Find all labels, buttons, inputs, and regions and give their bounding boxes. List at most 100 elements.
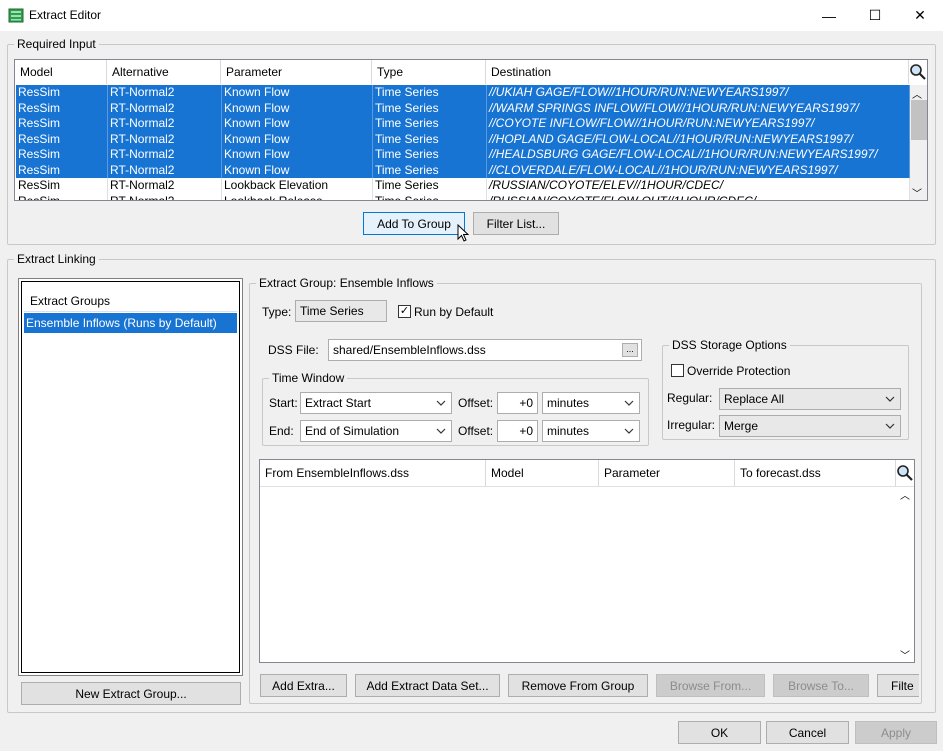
column-header-to[interactable]: To forecast.dss bbox=[735, 460, 896, 486]
table-row[interactable]: ResSim RT-Normal2 Lookback Elevation Time S… bbox=[16, 178, 910, 194]
cell-destination: /RUSSIAN/COYOTE/FLOW-OUT//1HOUR/CDEC/ bbox=[487, 193, 910, 200]
cell-parameter: Lookback Elevation bbox=[222, 178, 373, 194]
column-header-parameter[interactable]: Parameter bbox=[221, 60, 372, 84]
start-label: Start: bbox=[269, 396, 298, 410]
scroll-up-icon[interactable]: ︿ bbox=[912, 86, 922, 101]
dss-file-input[interactable]: shared/EnsembleInflows.dss ... bbox=[328, 339, 642, 361]
window-title: Extract Editor bbox=[29, 8, 102, 22]
cell-destination: //HOPLAND GAGE/FLOW-LOCAL//1HOUR/RUN:NEW… bbox=[487, 131, 910, 147]
cell-model: ResSim bbox=[16, 131, 108, 147]
table-row[interactable]: ResSim RT-Normal2 Lookback Release Time Ser… bbox=[16, 193, 910, 200]
column-header-destination[interactable]: Destination bbox=[486, 60, 909, 84]
cell-type: Time Series bbox=[373, 178, 487, 194]
add-extract-data-set-button[interactable]: Add Extract Data Set... bbox=[355, 674, 500, 697]
regular-select[interactable]: Replace All bbox=[719, 388, 901, 410]
mapping-search-button[interactable] bbox=[896, 460, 914, 486]
end-offset-input[interactable]: +0 bbox=[497, 420, 538, 442]
table-row[interactable]: ResSim RT-Normal2 Known Flow Time Series//H… bbox=[16, 131, 910, 147]
time-window-legend: Time Window bbox=[272, 371, 345, 385]
ok-button[interactable]: OK bbox=[678, 721, 761, 744]
end-select[interactable]: End of Simulation bbox=[300, 420, 452, 442]
cell-destination: //WARM SPRINGS INFLOW/FLOW//1HOUR/RUN:NE… bbox=[487, 100, 910, 116]
new-extract-group-button[interactable]: New Extract Group... bbox=[21, 682, 241, 705]
cell-model: ResSim bbox=[16, 85, 108, 101]
table-row[interactable]: ResSim RT-Normal2 Known Flow Time Series//W… bbox=[16, 100, 910, 116]
end-value: End of Simulation bbox=[305, 424, 400, 438]
override-protection-label: Override Protection bbox=[687, 364, 791, 378]
start-offset-input[interactable]: +0 bbox=[497, 392, 538, 414]
chevron-down-icon bbox=[435, 421, 447, 441]
extract-linking-legend: Extract Linking bbox=[17, 252, 96, 266]
run-by-default-checkbox[interactable]: ✓ bbox=[398, 305, 411, 318]
irregular-select[interactable]: Merge bbox=[719, 415, 901, 437]
start-units-select[interactable]: minutes bbox=[542, 392, 640, 414]
chevron-down-icon bbox=[623, 393, 635, 413]
close-button[interactable]: ✕ bbox=[897, 0, 943, 31]
column-header-from[interactable]: From EnsembleInflows.dss bbox=[260, 460, 486, 486]
cell-model: ResSim bbox=[16, 193, 108, 200]
browse-to-button[interactable]: Browse To... bbox=[773, 674, 869, 697]
column-header-type[interactable]: Type bbox=[372, 60, 486, 84]
required-input-scrollbar[interactable]: ︿ ﹀ bbox=[910, 85, 927, 200]
minimize-icon: — bbox=[822, 7, 836, 24]
extract-group-legend: Extract Group: Ensemble Inflows bbox=[259, 276, 434, 290]
type-label: Type: bbox=[262, 305, 292, 319]
mapping-scrollbar[interactable]: ︿ ﹀ bbox=[897, 487, 914, 662]
column-header-model[interactable]: Model bbox=[15, 60, 107, 84]
filter-list-button[interactable]: Filter List... bbox=[473, 212, 559, 235]
cell-alternative: RT-Normal2 bbox=[108, 100, 222, 116]
close-icon: ✕ bbox=[914, 7, 926, 23]
add-extra-button[interactable]: Add Extra... bbox=[260, 674, 347, 697]
checkmark-icon: ✓ bbox=[399, 305, 410, 317]
chevron-down-icon bbox=[435, 393, 447, 413]
override-protection-checkbox[interactable] bbox=[671, 364, 684, 377]
column-header-parameter[interactable]: Parameter bbox=[599, 460, 735, 486]
table-row[interactable]: ResSim RT-Normal2 Known Flow Time Series//U… bbox=[16, 85, 910, 101]
end-units-select[interactable]: minutes bbox=[542, 420, 640, 442]
regular-value: Replace All bbox=[724, 392, 785, 406]
cell-type: Time Series bbox=[373, 193, 487, 200]
column-header-model[interactable]: Model bbox=[486, 460, 599, 486]
app-icon bbox=[8, 8, 24, 23]
cell-parameter: Known Flow bbox=[222, 85, 373, 101]
dss-file-value: shared/EnsembleInflows.dss bbox=[333, 343, 486, 357]
scroll-thumb[interactable] bbox=[911, 100, 927, 140]
scroll-down-icon[interactable]: ﹀ bbox=[912, 185, 922, 200]
filter-button[interactable]: Filte bbox=[877, 674, 919, 697]
cell-alternative: RT-Normal2 bbox=[108, 178, 222, 194]
chevron-down-icon bbox=[623, 421, 635, 441]
table-row[interactable]: ResSim RT-Normal2 Known Flow Time Series//C… bbox=[16, 162, 910, 178]
browse-dss-button[interactable]: ... bbox=[622, 343, 638, 357]
cell-alternative: RT-Normal2 bbox=[108, 193, 222, 200]
browse-from-button[interactable]: Browse From... bbox=[656, 674, 765, 697]
table-search-button[interactable] bbox=[909, 60, 927, 84]
cell-destination: /RUSSIAN/COYOTE/ELEV//1HOUR/CDEC/ bbox=[487, 178, 910, 194]
cell-alternative: RT-Normal2 bbox=[108, 85, 222, 101]
cell-parameter: Known Flow bbox=[222, 162, 373, 178]
search-icon bbox=[897, 465, 913, 481]
maximize-icon: ☐ bbox=[868, 7, 882, 23]
table-row[interactable]: ResSim RT-Normal2 Known Flow Time Series//H… bbox=[16, 147, 910, 163]
cancel-button[interactable]: Cancel bbox=[766, 721, 849, 744]
scroll-up-icon[interactable]: ︿ bbox=[900, 487, 910, 502]
table-row[interactable]: ResSim RT-Normal2 Known Flow Time Series//C… bbox=[16, 116, 910, 132]
required-input-rows: ResSim RT-Normal2 Known Flow Time Series//U… bbox=[15, 85, 910, 200]
maximize-button[interactable]: ☐ bbox=[852, 0, 898, 31]
apply-button[interactable]: Apply bbox=[855, 721, 937, 744]
cell-parameter: Known Flow bbox=[222, 116, 373, 132]
extract-group-item[interactable]: Ensemble Inflows (Runs by Default) bbox=[24, 313, 237, 333]
scroll-down-icon[interactable]: ﹀ bbox=[900, 647, 910, 662]
cell-model: ResSim bbox=[16, 162, 108, 178]
divider bbox=[260, 486, 914, 487]
minimize-button[interactable]: — bbox=[806, 0, 852, 31]
cell-parameter: Known Flow bbox=[222, 100, 373, 116]
column-header-alternative[interactable]: Alternative bbox=[107, 60, 221, 84]
mapping-table: From EnsembleInflows.dss Model Parameter… bbox=[259, 459, 915, 663]
add-to-group-button[interactable]: Add To Group bbox=[363, 212, 465, 235]
cell-destination: //UKIAH GAGE/FLOW//1HOUR/RUN:NEWYEARS199… bbox=[487, 85, 910, 101]
start-offset-label: Offset: bbox=[458, 396, 494, 410]
start-select[interactable]: Extract Start bbox=[300, 392, 452, 414]
remove-from-group-button[interactable]: Remove From Group bbox=[508, 674, 648, 697]
required-input-legend: Required Input bbox=[17, 37, 96, 51]
regular-label: Regular: bbox=[667, 391, 713, 405]
